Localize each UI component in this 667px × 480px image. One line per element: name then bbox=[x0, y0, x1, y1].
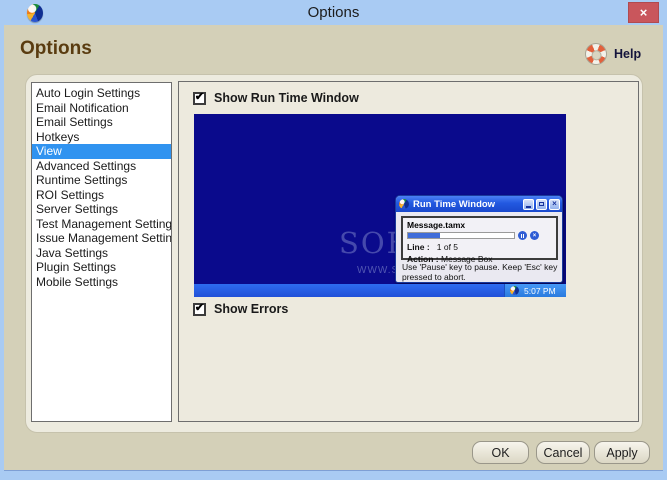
runtime-preview-image: SOFTPEDIA WWW.SOFTPEDIA.COM Run Time Win… bbox=[194, 114, 566, 297]
runtime-status-panel: Message.tamx × Line: 1 of 5 Action: Me… bbox=[401, 216, 558, 264]
show-errors-checkbox[interactable]: ✔ bbox=[193, 301, 206, 316]
options-dialog: Options × Options Help Auto Login Settin… bbox=[0, 0, 667, 480]
window-title: Options bbox=[307, 4, 360, 21]
sidebar-item-issue-management[interactable]: Issue Management Settings bbox=[32, 231, 171, 246]
sidebar-item-auto-login[interactable]: Auto Login Settings bbox=[32, 86, 171, 101]
preview-system-tray: 5:07 PM bbox=[504, 284, 566, 297]
sidebar-item-advanced[interactable]: Advanced Settings bbox=[32, 159, 171, 174]
show-errors-label: Show Errors bbox=[214, 302, 289, 316]
show-runtime-row: ✔ Show Run Time Window bbox=[193, 91, 359, 105]
sidebar-item-runtime[interactable]: Runtime Settings bbox=[32, 173, 171, 188]
runtime-progress-fill bbox=[408, 233, 440, 238]
maximize-icon bbox=[536, 198, 547, 210]
runtime-line-row: Line : 1 of 5 bbox=[407, 242, 552, 252]
sidebar-item-plugin[interactable]: Plugin Settings bbox=[32, 260, 171, 275]
runtime-window: Run Time Window × Message.tamx × Line: … bbox=[395, 195, 563, 283]
lifebuoy-icon bbox=[581, 39, 611, 69]
sidebar-item-email-settings[interactable]: Email Settings bbox=[32, 115, 171, 130]
runtime-window-titlebar: Run Time Window × bbox=[396, 196, 562, 212]
runtime-window-title: Run Time Window bbox=[413, 198, 496, 210]
tray-clock: 5:07 PM bbox=[524, 285, 556, 296]
help-label: Help bbox=[614, 47, 642, 61]
minimize-icon bbox=[523, 198, 534, 210]
sidebar-item-mobile[interactable]: Mobile Settings bbox=[32, 275, 171, 290]
view-settings-panel: ✔ Show Run Time Window SOFTPEDIA WWW.SOF… bbox=[178, 81, 639, 422]
sidebar-item-server[interactable]: Server Settings bbox=[32, 202, 171, 217]
sidebar-item-email-notification[interactable]: Email Notification bbox=[32, 101, 171, 116]
title-bar: Options × bbox=[0, 0, 667, 25]
help-button[interactable]: Help bbox=[581, 39, 645, 69]
show-errors-row: ✔ Show Errors bbox=[193, 302, 288, 316]
sidebar-item-view[interactable]: View bbox=[32, 144, 171, 159]
close-icon[interactable]: × bbox=[628, 2, 659, 23]
settings-list: Auto Login Settings Email Notification E… bbox=[31, 82, 172, 422]
tray-app-icon bbox=[510, 286, 519, 295]
check-icon: ✔ bbox=[194, 301, 205, 314]
runtime-app-icon bbox=[399, 199, 409, 209]
show-runtime-label: Show Run Time Window bbox=[214, 91, 359, 105]
sidebar-item-hotkeys[interactable]: Hotkeys bbox=[32, 130, 171, 145]
close-small-icon: × bbox=[549, 198, 560, 210]
sidebar-item-test-management[interactable]: Test Management Settings bbox=[32, 217, 171, 232]
ok-button[interactable]: OK bbox=[472, 441, 529, 464]
runtime-file-name: Message.tamx bbox=[407, 220, 466, 230]
page-title: Options bbox=[20, 38, 92, 59]
preview-taskbar: 5:07 PM bbox=[194, 284, 566, 297]
runtime-note: Use 'Pause' key to pause. Keep 'Esc' key… bbox=[402, 262, 558, 282]
cancel-button[interactable]: Cancel bbox=[536, 441, 590, 464]
check-icon: ✔ bbox=[194, 90, 205, 103]
sidebar-item-roi[interactable]: ROI Settings bbox=[32, 188, 171, 203]
apply-button[interactable]: Apply bbox=[594, 441, 650, 464]
runtime-line-value: 1 of 5 bbox=[436, 242, 459, 252]
pause-icon bbox=[518, 231, 527, 240]
dialog-body: Options Help Auto Login Settings Email N… bbox=[4, 25, 663, 471]
sidebar-item-java[interactable]: Java Settings bbox=[32, 246, 171, 261]
runtime-line-label: Line : bbox=[407, 242, 430, 252]
show-runtime-checkbox[interactable]: ✔ bbox=[193, 90, 206, 105]
abort-icon: × bbox=[530, 231, 539, 240]
runtime-progress-bar bbox=[407, 232, 515, 239]
